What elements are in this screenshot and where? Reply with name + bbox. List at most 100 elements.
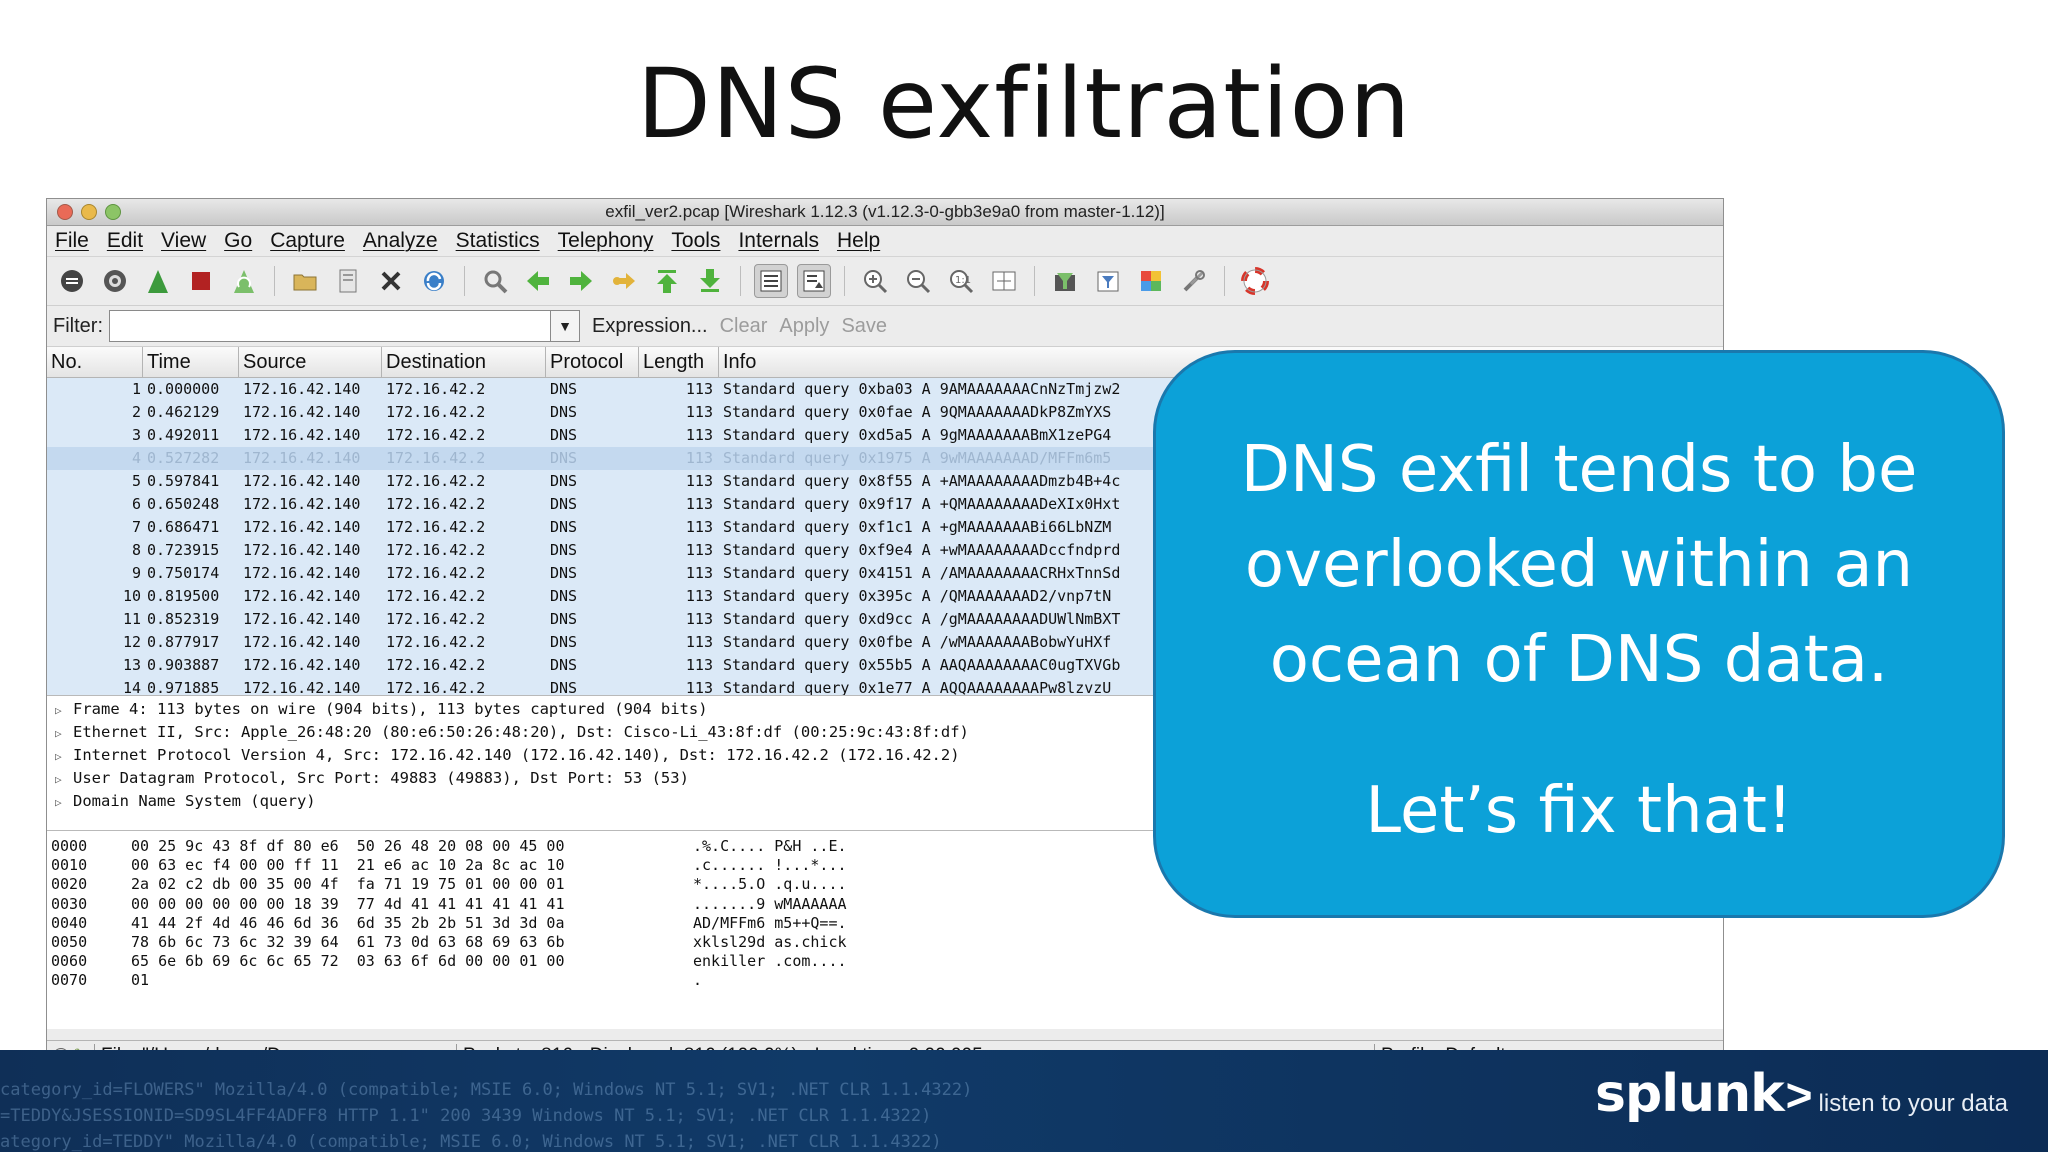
- filter-dropdown-button[interactable]: ▼: [551, 310, 580, 342]
- menu-statistics[interactable]: Statistics: [456, 229, 540, 253]
- packet-time: 0.819500: [147, 587, 220, 605]
- interfaces-icon[interactable]: [55, 264, 89, 298]
- restart-capture-icon[interactable]: [227, 264, 261, 298]
- packet-no: 14: [122, 679, 141, 696]
- column-header-protocol[interactable]: Protocol: [546, 347, 639, 377]
- display-filter-input[interactable]: [109, 310, 551, 342]
- go-last-packet-icon[interactable]: [693, 264, 727, 298]
- hex-ascii: .: [693, 971, 703, 990]
- hex-ascii: .......9 wMAAAAAA: [693, 894, 847, 913]
- open-file-icon[interactable]: [288, 264, 322, 298]
- help-lifebuoy-icon[interactable]: [1238, 264, 1272, 298]
- go-forward-icon[interactable]: [564, 264, 598, 298]
- hex-offset: 0020: [51, 875, 88, 894]
- packet-source: 172.16.42.140: [243, 633, 361, 651]
- logo-tagline: listen to your data: [1818, 1090, 2008, 1117]
- find-packet-icon[interactable]: [478, 264, 512, 298]
- menu-file[interactable]: File: [55, 229, 89, 253]
- expand-triangle-icon[interactable]: ▷: [55, 722, 73, 745]
- packet-destination: 172.16.42.2: [386, 610, 486, 628]
- footer-log-line: ategory_id=TEDDY" Mozilla/4.0 (compatibl…: [0, 1132, 942, 1152]
- menu-edit[interactable]: Edit: [107, 229, 143, 253]
- window-titlebar: exfil_ver2.pcap [Wireshark 1.12.3 (v1.12…: [47, 199, 1723, 226]
- menu-go[interactable]: Go: [224, 229, 252, 253]
- expand-triangle-icon[interactable]: ▷: [55, 791, 73, 814]
- callout-line-1: DNS exfil tends to be: [1240, 433, 1918, 507]
- expand-triangle-icon[interactable]: ▷: [55, 745, 73, 768]
- splunk-logo: splunk > listen to your data: [1595, 1064, 2008, 1124]
- menu-capture[interactable]: Capture: [270, 229, 345, 253]
- packet-length: 113: [685, 679, 713, 696]
- start-capture-icon[interactable]: [141, 264, 175, 298]
- hex-line[interactable]: 0050 78 6b 6c 73 6c 32 39 64 61 73 0d 63 …: [47, 933, 1723, 952]
- packet-protocol: DNS: [550, 495, 578, 513]
- close-file-icon[interactable]: [374, 264, 408, 298]
- save-file-icon[interactable]: [331, 264, 365, 298]
- column-header-no[interactable]: No.: [47, 347, 143, 377]
- capture-filters-icon[interactable]: [1048, 264, 1082, 298]
- packet-destination: 172.16.42.2: [386, 541, 486, 559]
- packet-source: 172.16.42.140: [243, 610, 361, 628]
- packet-time: 0.852319: [147, 610, 220, 628]
- packet-source: 172.16.42.140: [243, 472, 361, 490]
- hex-offset: 0030: [51, 894, 88, 913]
- packet-protocol: DNS: [550, 679, 578, 696]
- packet-length: 113: [685, 449, 713, 467]
- menu-telephony[interactable]: Telephony: [558, 229, 654, 253]
- packet-time: 0.723915: [147, 541, 220, 559]
- display-filters-icon[interactable]: [1091, 264, 1125, 298]
- packet-time: 0.686471: [147, 518, 220, 536]
- coloring-rules-icon[interactable]: [1134, 264, 1168, 298]
- column-header-source[interactable]: Source: [239, 347, 382, 377]
- clear-button[interactable]: Clear: [720, 315, 768, 338]
- go-first-packet-icon[interactable]: [650, 264, 684, 298]
- save-filter-button[interactable]: Save: [841, 315, 887, 338]
- hex-bytes: 78 6b 6c 73 6c 32 39 64 61 73 0d 63 68 6…: [131, 932, 565, 951]
- packet-no: 4: [131, 449, 141, 467]
- menu-help[interactable]: Help: [837, 229, 880, 253]
- packet-length: 113: [685, 403, 713, 421]
- expand-triangle-icon[interactable]: ▷: [55, 768, 73, 791]
- packet-time: 0.462129: [147, 403, 220, 421]
- column-header-time[interactable]: Time: [143, 347, 239, 377]
- go-back-icon[interactable]: [521, 264, 555, 298]
- apply-button[interactable]: Apply: [779, 315, 829, 338]
- auto-scroll-icon[interactable]: [797, 264, 831, 298]
- column-header-destination[interactable]: Destination: [382, 347, 546, 377]
- menu-tools[interactable]: Tools: [671, 229, 720, 253]
- colorize-packet-list-icon[interactable]: [754, 264, 788, 298]
- packet-no: 3: [131, 426, 141, 444]
- packet-source: 172.16.42.140: [243, 656, 361, 674]
- go-to-packet-icon[interactable]: [607, 264, 641, 298]
- hex-ascii: AD/MFFm6 m5++Q==.: [693, 913, 847, 932]
- packet-source: 172.16.42.140: [243, 518, 361, 536]
- menu-internals[interactable]: Internals: [738, 229, 819, 253]
- preferences-icon[interactable]: [1177, 264, 1211, 298]
- resize-columns-icon[interactable]: [987, 264, 1021, 298]
- zoom-out-icon[interactable]: [901, 264, 935, 298]
- hex-line[interactable]: 0070 01.: [47, 971, 1723, 990]
- stop-capture-icon[interactable]: [184, 264, 218, 298]
- menu-view[interactable]: View: [161, 229, 206, 253]
- filter-label: Filter:: [53, 314, 103, 337]
- reload-icon[interactable]: [417, 264, 451, 298]
- capture-options-icon[interactable]: [98, 264, 132, 298]
- expand-triangle-icon[interactable]: ▷: [55, 699, 73, 722]
- normal-size-icon[interactable]: 1:1: [944, 264, 978, 298]
- hex-bytes: 01: [131, 971, 150, 990]
- zoom-in-icon[interactable]: [858, 264, 892, 298]
- packet-source: 172.16.42.140: [243, 679, 361, 696]
- hex-ascii: *....5.O .q.u....: [693, 875, 847, 894]
- column-header-length[interactable]: Length: [639, 347, 719, 377]
- packet-time: 0.527282: [147, 449, 220, 467]
- packet-no: 1: [131, 380, 141, 398]
- packet-no: 8: [131, 541, 141, 559]
- window-title: exfil_ver2.pcap [Wireshark 1.12.3 (v1.12…: [605, 202, 1165, 221]
- hex-line[interactable]: 0060 65 6e 6b 69 6c 6c 65 72 03 63 6f 6d …: [47, 952, 1723, 971]
- menu-analyze[interactable]: Analyze: [363, 229, 438, 253]
- packet-length: 113: [685, 564, 713, 582]
- hex-bytes: 00 00 00 00 00 00 18 39 77 4d 41 41 41 4…: [131, 894, 565, 913]
- expression-button[interactable]: Expression...: [592, 315, 708, 338]
- packet-length: 113: [685, 633, 713, 651]
- packet-time: 0.903887: [147, 656, 220, 674]
